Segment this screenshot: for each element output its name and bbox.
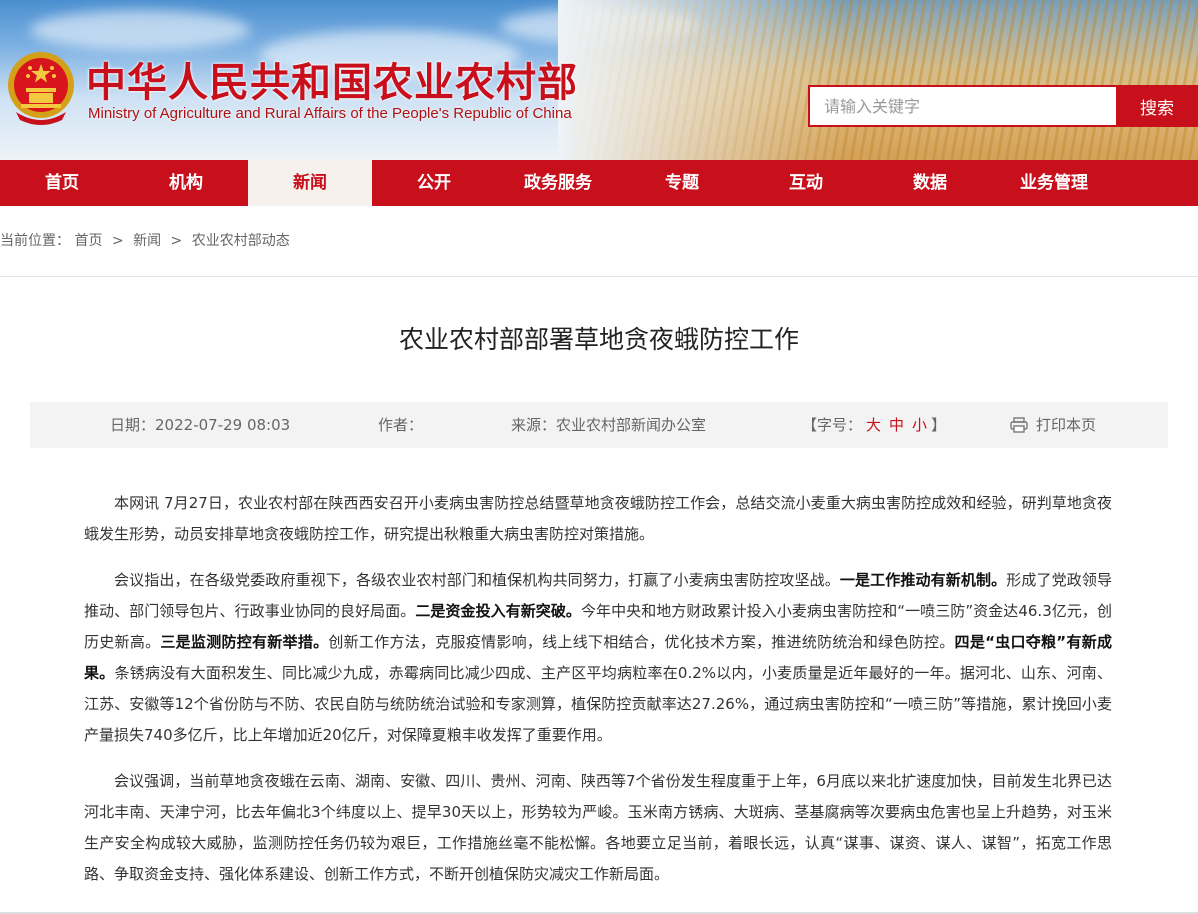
highlight-text: 三是监测防控有新举措。	[160, 633, 329, 651]
article-paragraph: 本网讯 7月27日，农业农村部在陕西西安召开小麦病虫害防控总结暨草地贪夜蛾防控工…	[84, 494, 1112, 543]
breadcrumb-separator: >	[170, 233, 183, 249]
article-body: 本网讯 7月27日，农业农村部在陕西西安召开小麦病虫害防控总结暨草地贪夜蛾防控工…	[84, 488, 1112, 890]
date-value: 2022-07-29 08:03	[155, 416, 291, 434]
nav-item-home[interactable]: 首页	[0, 160, 124, 206]
nav-item-news[interactable]: 新闻	[248, 160, 372, 206]
print-label: 打印本页	[1036, 416, 1097, 434]
breadcrumb-section-link[interactable]: 农业农村部动态	[192, 233, 290, 249]
article-author: 作者：	[378, 402, 423, 448]
search-box: 搜索	[808, 85, 1198, 127]
article-paragraph: 会议强调，当前草地贪夜蛾在云南、湖南、安徽、四川、贵州、河南、陕西等7个省份发生…	[84, 772, 1112, 883]
source-value: 农业农村部新闻办公室	[556, 416, 707, 434]
paragraph-text: 会议指出，在各级党委政府重视下，各级农业农村部门和植保机构共同努力，打赢了小麦病…	[114, 571, 840, 589]
breadcrumb-news-link[interactable]: 新闻	[133, 233, 161, 249]
breadcrumb-home-link[interactable]: 首页	[74, 233, 102, 249]
nav-item-business[interactable]: 业务管理	[992, 160, 1116, 206]
source-label: 来源：	[511, 416, 557, 434]
nav-item-interaction[interactable]: 互动	[744, 160, 868, 206]
search-button[interactable]: 搜索	[1116, 85, 1198, 127]
print-page-button[interactable]: 打印本页	[1010, 402, 1096, 448]
breadcrumb: 当前位置： 首页 > 新闻 > 农业农村部动态	[0, 206, 1198, 277]
highlight-text: 二是资金投入有新突破。	[415, 602, 581, 620]
fontsize-open: 【字号：	[802, 416, 863, 434]
site-header: 中华人民共和国农业农村部 Ministry of Agriculture and…	[0, 0, 1198, 160]
article-paragraph: 会议指出，在各级党委政府重视下，各级农业农村部门和植保机构共同努力，打赢了小麦病…	[84, 565, 1112, 751]
font-size-switcher: 【字号：大中小】	[802, 402, 946, 448]
site-title: 中华人民共和国农业农村部	[86, 59, 578, 106]
date-label: 日期：	[110, 416, 156, 434]
printer-icon	[1010, 417, 1028, 433]
nav-item-public[interactable]: 公开	[372, 160, 496, 206]
article-date: 日期：2022-07-29 08:03	[110, 402, 290, 448]
paragraph-text: 条锈病没有大面积发生、同比减少九成，赤霉病同比减少四成、主产区平均病粒率在0.2…	[84, 664, 1112, 744]
nav-item-topics[interactable]: 专题	[620, 160, 744, 206]
national-emblem-icon	[8, 52, 74, 125]
breadcrumb-separator: >	[111, 233, 124, 249]
article-source: 来源：农业农村部新闻办公室	[511, 402, 706, 448]
article-title: 农业农村部部署草地贪夜蛾防控工作	[398, 325, 799, 354]
search-input[interactable]	[808, 85, 1116, 127]
article-meta-bar: 日期：2022-07-29 08:03 作者： 来源：农业农村部新闻办公室 【字…	[30, 402, 1168, 448]
cloud-decoration	[30, 10, 250, 50]
font-size-small-link[interactable]: 小	[912, 416, 927, 434]
main-nav: 首页 机构 新闻 公开 政务服务 专题 互动 数据 业务管理	[0, 160, 1198, 206]
nav-item-organization[interactable]: 机构	[124, 160, 248, 206]
highlight-text: 一是工作推动有新机制。	[839, 571, 1007, 589]
nav-item-data[interactable]: 数据	[868, 160, 992, 206]
font-size-medium-link[interactable]: 中	[889, 416, 904, 434]
site-subtitle: Ministry of Agriculture and Rural Affair…	[88, 105, 572, 122]
nav-item-government-services[interactable]: 政务服务	[496, 160, 620, 206]
fontsize-close: 】	[931, 416, 947, 434]
breadcrumb-prefix: 当前位置：	[0, 233, 70, 249]
paragraph-text: 创新工作方法，克服疫情影响，线上线下相结合，优化技术方案，推进统防统治和绿色防控…	[328, 633, 955, 651]
font-size-large-link[interactable]: 大	[866, 416, 881, 434]
author-label: 作者：	[378, 416, 424, 434]
